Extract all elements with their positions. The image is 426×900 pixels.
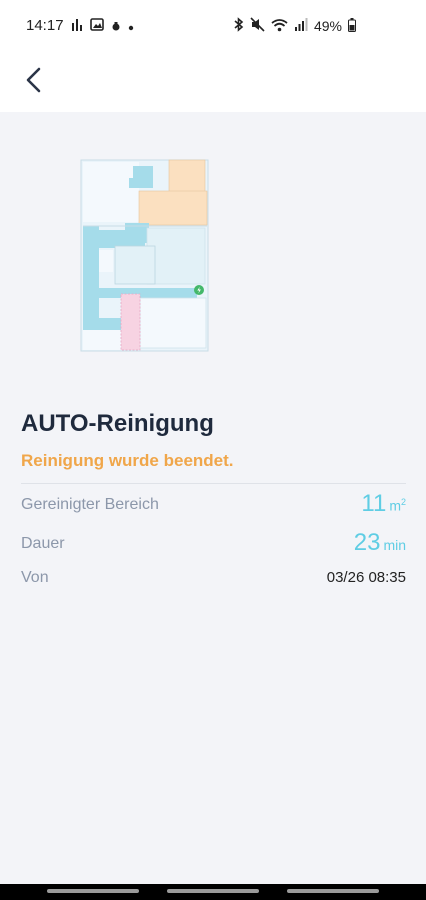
bluetooth-icon <box>233 17 244 35</box>
cleaning-title: AUTO-Reinigung <box>21 410 214 437</box>
back-button[interactable] <box>18 64 50 96</box>
map-room-orange <box>168 159 206 193</box>
wifi-icon <box>271 18 288 35</box>
nav-home-button[interactable] <box>167 889 259 893</box>
cleaned-area-label: Gereinigter Bereich <box>21 496 159 513</box>
status-bar: 14:17 49% <box>0 0 426 52</box>
divider <box>21 483 406 484</box>
cleaned-area-value: 11 <box>361 490 387 517</box>
map-room-blue-left <box>83 226 99 330</box>
battery-icon <box>348 17 356 35</box>
image-icon <box>89 17 104 34</box>
from-label: Von <box>21 569 49 586</box>
cell-signal-icon <box>294 18 308 34</box>
app-header <box>0 52 426 112</box>
duration-unit: min <box>383 537 406 553</box>
row-duration: Dauer 23 min <box>21 529 406 561</box>
cleaning-map <box>80 158 210 353</box>
map-room-light <box>83 162 139 222</box>
from-value: 03/26 08:35 <box>326 569 406 586</box>
robot-icon <box>111 18 121 34</box>
row-cleaned-area: Gereinigter Bereich 11 m2 <box>21 490 406 522</box>
chevron-left-icon <box>26 67 41 93</box>
map-room-pink <box>120 293 141 351</box>
row-from: Von 03/26 08:35 <box>21 566 406 596</box>
cleaned-area-unit: m2 <box>389 497 406 514</box>
map-room-orange-large <box>138 190 208 226</box>
status-time: 14:17 <box>26 17 64 34</box>
signal-stats-icon <box>71 18 83 34</box>
system-nav-bar <box>0 884 426 900</box>
nav-back-button[interactable] <box>287 889 379 893</box>
dot-icon <box>128 18 134 34</box>
cleaning-status: Reinigung wurde beendet. <box>21 451 234 470</box>
duration-label: Dauer <box>21 535 65 552</box>
mute-icon <box>250 17 265 35</box>
duration-value: 23 <box>353 529 381 556</box>
battery-percentage: 49% <box>313 18 342 34</box>
nav-recents-button[interactable] <box>47 889 139 893</box>
